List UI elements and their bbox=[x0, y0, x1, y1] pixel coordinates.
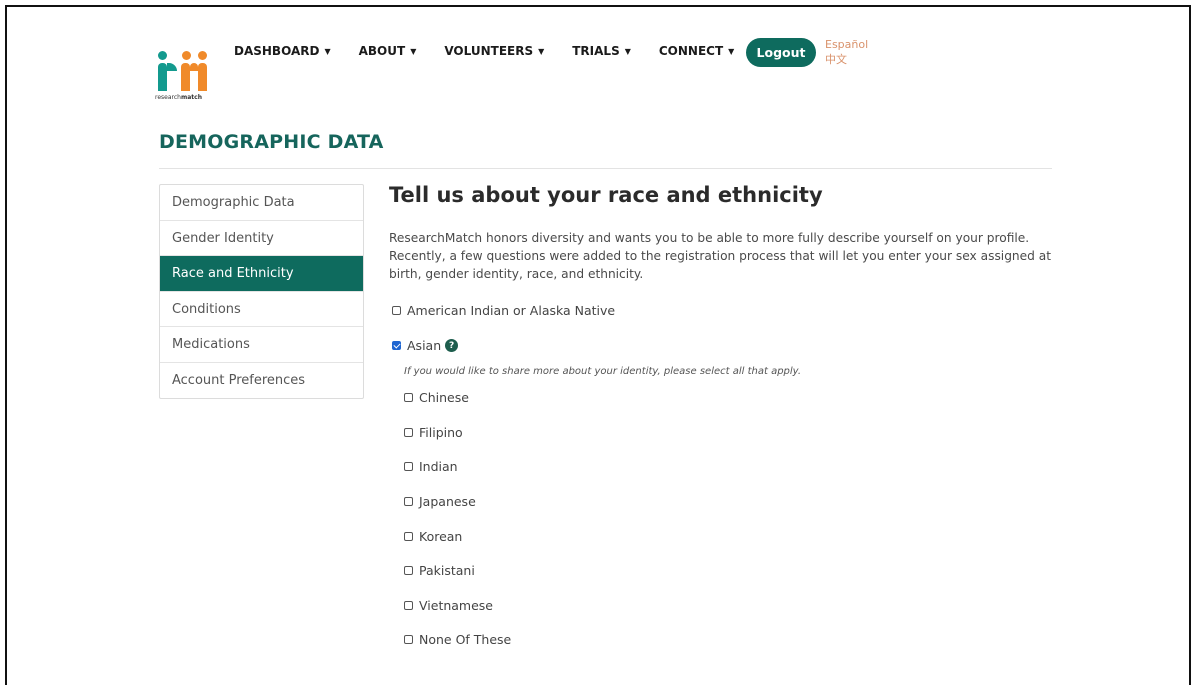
section-heading: Tell us about your race and ethnicity bbox=[389, 183, 823, 207]
checkbox-chinese[interactable] bbox=[404, 393, 413, 402]
caret-down-icon: ▼ bbox=[624, 47, 631, 56]
checkbox-korean[interactable] bbox=[404, 532, 413, 541]
sub-option-indian[interactable]: Indian bbox=[404, 459, 458, 474]
checkbox-indian[interactable] bbox=[404, 462, 413, 471]
option-label: Indian bbox=[419, 459, 458, 474]
intro-paragraph: ResearchMatch honors diversity and wants… bbox=[389, 231, 1052, 281]
main-nav: DASHBOARD ▼ ABOUT ▼ VOLUNTEERS ▼ TRIALS ▼ CO… bbox=[234, 44, 762, 58]
nav-dashboard[interactable]: DASHBOARD ▼ bbox=[234, 44, 331, 58]
checkbox-none-of-these[interactable] bbox=[404, 635, 413, 644]
caret-down-icon: ▼ bbox=[410, 47, 417, 56]
option-label: Asian bbox=[407, 338, 442, 353]
nav-connect[interactable]: CONNECT ▼ bbox=[659, 44, 734, 58]
option-label: Pakistani bbox=[419, 563, 475, 578]
sub-option-filipino[interactable]: Filipino bbox=[404, 425, 463, 440]
sidebar-item-race-and-ethnicity[interactable]: Race and Ethnicity bbox=[160, 256, 363, 292]
nav-volunteers[interactable]: VOLUNTEERS ▼ bbox=[444, 44, 544, 58]
option-label: Japanese bbox=[419, 494, 476, 509]
logo-dot-teal bbox=[158, 51, 167, 60]
checkbox-american-indian[interactable] bbox=[392, 306, 401, 315]
option-label: Filipino bbox=[419, 425, 463, 440]
researchmatch-logo-icon[interactable]: researchmatch bbox=[155, 48, 215, 108]
option-label: Chinese bbox=[419, 390, 469, 405]
sidebar-item-demographic-data[interactable]: Demographic Data bbox=[160, 185, 363, 221]
sidebar-item-gender-identity[interactable]: Gender Identity bbox=[160, 221, 363, 256]
option-label: Vietnamese bbox=[419, 598, 493, 613]
page-title: DEMOGRAPHIC DATA bbox=[159, 131, 384, 153]
logo-dot-orange-1 bbox=[182, 51, 191, 60]
option-label: American Indian or Alaska Native bbox=[407, 303, 616, 318]
checkbox-japanese[interactable] bbox=[404, 497, 413, 506]
option-label: Korean bbox=[419, 529, 463, 544]
checkbox-filipino[interactable] bbox=[404, 428, 413, 437]
sub-option-japanese[interactable]: Japanese bbox=[404, 494, 476, 509]
logo-arc-orange bbox=[190, 63, 198, 71]
caret-down-icon: ▼ bbox=[728, 47, 735, 56]
checkbox-pakistani[interactable] bbox=[404, 566, 413, 575]
sub-option-pakistani[interactable]: Pakistani bbox=[404, 563, 475, 578]
checkbox-asian[interactable] bbox=[392, 341, 401, 350]
nav-about[interactable]: ABOUT ▼ bbox=[359, 44, 417, 58]
logo-bar-orange-2 bbox=[198, 63, 207, 91]
sub-options-hint: If you would like to share more about yo… bbox=[404, 366, 801, 377]
question-circle-icon[interactable]: ? bbox=[445, 339, 459, 352]
logo-bar-orange-1 bbox=[181, 63, 190, 91]
logo-arc-teal bbox=[167, 63, 177, 71]
checkbox-vietnamese[interactable] bbox=[404, 601, 413, 610]
option-american-indian[interactable]: American Indian or Alaska Native bbox=[392, 303, 615, 318]
logo-bar-teal bbox=[158, 63, 167, 91]
logo-dot-orange-2 bbox=[198, 51, 207, 60]
sub-option-chinese[interactable]: Chinese bbox=[404, 390, 469, 405]
caret-down-icon: ▼ bbox=[324, 47, 331, 56]
option-asian[interactable]: Asian ? bbox=[392, 338, 459, 353]
logo-wordmark: researchmatch bbox=[155, 94, 202, 101]
caret-down-icon: ▼ bbox=[538, 47, 545, 56]
sub-option-none-of-these[interactable]: None Of These bbox=[404, 632, 511, 647]
sidebar-item-account-preferences[interactable]: Account Preferences bbox=[160, 363, 363, 399]
sub-option-vietnamese[interactable]: Vietnamese bbox=[404, 598, 493, 613]
logout-button[interactable]: Logout bbox=[746, 38, 816, 67]
language-switcher: Español 中文 bbox=[825, 37, 868, 67]
lang-chinese-link[interactable]: 中文 bbox=[825, 52, 868, 67]
sidebar-item-conditions[interactable]: Conditions bbox=[160, 292, 363, 327]
sidebar-item-medications[interactable]: Medications bbox=[160, 327, 363, 363]
sub-option-korean[interactable]: Korean bbox=[404, 529, 462, 544]
nav-trials[interactable]: TRIALS ▼ bbox=[572, 44, 631, 58]
title-divider bbox=[159, 168, 1052, 169]
option-label: None Of These bbox=[419, 632, 512, 647]
lang-spanish-link[interactable]: Español bbox=[825, 37, 868, 52]
sidebar-nav: Demographic Data Gender Identity Race an… bbox=[159, 184, 364, 399]
